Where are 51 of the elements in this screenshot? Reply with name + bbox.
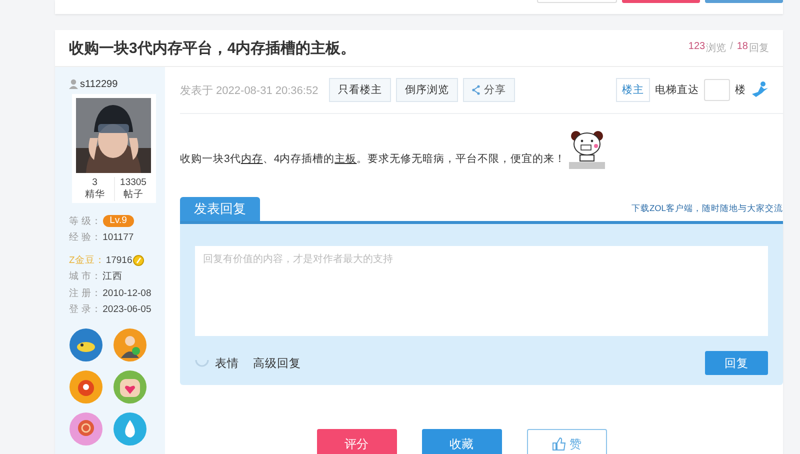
coin-icon <box>133 254 144 266</box>
toolbar-button[interactable]: 只看楼主 <box>329 78 392 102</box>
view-count: 123 <box>688 41 706 54</box>
separator: / <box>730 41 733 54</box>
stat-label: 帖子 <box>123 189 144 201</box>
emoji-button[interactable]: 表情 <box>195 356 239 370</box>
stat-value: 13305 <box>120 177 146 189</box>
share-icon <box>472 85 480 95</box>
share-button[interactable]: 分享 <box>463 78 516 102</box>
badge-icon <box>113 370 147 404</box>
reply-field[interactable]: 回复有价值的内容，才是对作者最大的支持 <box>195 246 768 336</box>
link[interactable]: 主板 <box>334 153 357 165</box>
views-label: 浏览 <box>706 42 726 55</box>
toolbar-button[interactable]: 倒序浏览 <box>396 78 458 102</box>
field-value: 101177 <box>102 232 134 244</box>
username[interactable]: s112299 <box>80 78 118 90</box>
field-value: 江西 <box>102 270 123 284</box>
field-label: 等 级： <box>69 214 102 228</box>
thread-title: 收购一块3代内存平台，4内存插槽的主板。 <box>69 38 357 58</box>
stat-label: 精华 <box>84 189 105 201</box>
badge-icon <box>113 328 147 362</box>
jump-label: 电梯直达 <box>655 83 699 97</box>
floor-suffix: 楼 <box>735 83 746 97</box>
badge-icon <box>69 328 103 362</box>
floor-tag[interactable]: 楼主 <box>616 78 650 102</box>
post-time: 发表于 2022-08-31 20:36:52 <box>180 84 318 98</box>
level-badge: Lv.9 <box>102 215 134 228</box>
field-label: 注 册： <box>69 286 102 300</box>
field-value: 17916 <box>106 254 132 266</box>
promo-link[interactable]: 下载ZOL客户端，随时随地与大家交流 <box>631 203 783 215</box>
link[interactable]: 内存 <box>240 153 263 165</box>
field-label: Z金豆： <box>69 254 105 267</box>
stat-value: 3 <box>92 177 98 189</box>
post-text: 收购一块3代内存、4内存插槽的主板。要求无修无暗病，平台不限，便宜的来！ <box>180 152 566 166</box>
field-value: 2023-06-05 <box>102 304 152 316</box>
user-icon <box>69 79 78 89</box>
badge-icon <box>69 412 103 446</box>
jump-icon[interactable] <box>751 81 769 99</box>
thumbs-up-icon <box>552 437 566 451</box>
reply-count: 18 <box>736 41 748 54</box>
badge-icon <box>113 412 147 446</box>
badge-icon <box>69 370 103 404</box>
smile-icon <box>195 359 209 367</box>
floor-input[interactable] <box>704 79 730 101</box>
field-label: 经 验： <box>69 231 102 244</box>
panda-sticker-icon <box>568 128 606 170</box>
field-label: 登 录： <box>69 303 102 316</box>
advanced-reply-button[interactable]: 高级回复 <box>253 356 301 370</box>
replies-label: 回复 <box>749 42 769 55</box>
field-value: 2010-12-08 <box>102 288 152 299</box>
field-label: 城 市： <box>69 270 102 284</box>
